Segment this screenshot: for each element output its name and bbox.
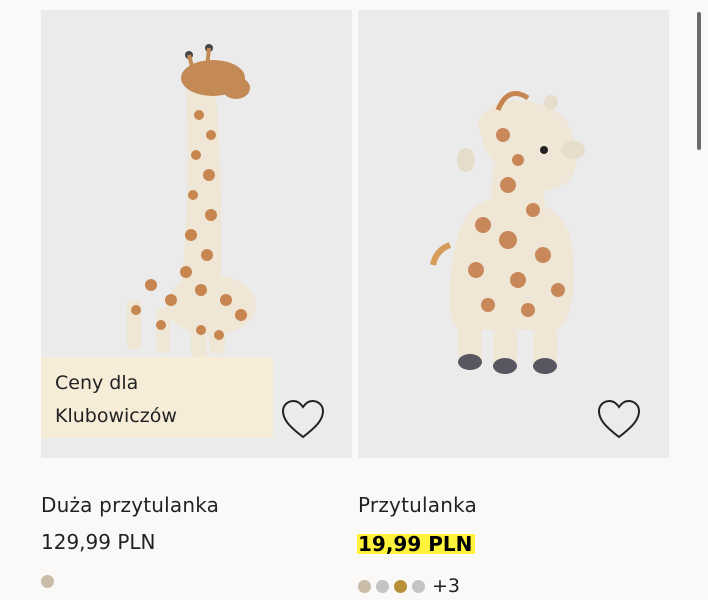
color-swatches[interactable]: [41, 575, 54, 588]
giraffe-small-image: [358, 10, 669, 458]
club-badge-line1: Ceny dla: [55, 372, 139, 394]
color-swatches[interactable]: +3: [358, 575, 460, 597]
color-swatch[interactable]: [376, 579, 389, 593]
product-image[interactable]: Ceny dla Klubowiczów: [41, 10, 352, 458]
color-swatch[interactable]: [41, 575, 54, 588]
club-badge-line2: Klubowiczów: [55, 405, 177, 427]
product-price: 129,99 PLN: [41, 530, 156, 554]
heart-icon[interactable]: [596, 398, 642, 440]
product-card[interactable]: Ceny dla Klubowiczów: [41, 10, 352, 458]
color-swatch[interactable]: [394, 579, 407, 593]
product-image[interactable]: [358, 10, 669, 458]
product-card[interactable]: [358, 10, 669, 458]
product-name[interactable]: Duża przytulanka: [41, 493, 219, 517]
heart-icon[interactable]: [280, 398, 326, 440]
color-swatch[interactable]: [358, 579, 371, 593]
color-swatch[interactable]: [412, 579, 425, 593]
more-colors-count[interactable]: +3: [432, 575, 460, 597]
product-price-sale: 19,99 PLN: [357, 530, 476, 558]
scrollbar[interactable]: [697, 12, 701, 150]
product-name[interactable]: Przytulanka: [358, 493, 477, 517]
club-price-badge: Ceny dla Klubowiczów: [41, 357, 273, 438]
